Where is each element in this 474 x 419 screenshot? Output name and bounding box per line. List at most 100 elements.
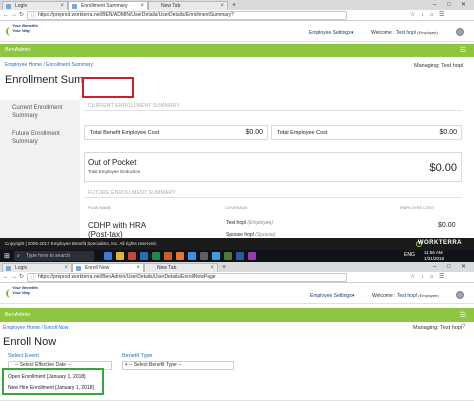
- tab-enrollment-summary[interactable]: Enrollment Summary ×: [68, 1, 148, 10]
- tab-login[interactable]: Login ×: [2, 1, 68, 10]
- tab-label: Login: [15, 3, 28, 9]
- outlook-app-icon[interactable]: [188, 252, 196, 260]
- tray-clock[interactable]: 11:56 AM 1/31/2018: [424, 250, 444, 262]
- page-title: Enroll Now: [3, 336, 57, 348]
- benadmin-label[interactable]: BenAdmin: [5, 47, 30, 53]
- edge-app-icon[interactable]: [104, 252, 112, 260]
- maximize-icon[interactable]: □: [447, 0, 451, 10]
- favicon-icon: [72, 4, 77, 9]
- breadcrumb: Employee Home / Enrollment Summary: [5, 62, 93, 68]
- tab-strip: Login × Enroll Now × New Tab × + – □ ✕: [0, 262, 474, 272]
- taskbar-search-placeholder: Type here to search: [26, 253, 71, 259]
- out-of-pocket-title: Out of Pocket: [88, 158, 137, 167]
- forward-icon[interactable]: →: [11, 11, 17, 20]
- minimize-icon[interactable]: –: [433, 0, 436, 10]
- close-tab-icon[interactable]: ×: [64, 264, 68, 272]
- close-window-icon[interactable]: ✕: [461, 0, 466, 10]
- total-benefit-label: Total Benefit Employee Cost: [90, 130, 160, 136]
- tab-label: New Tab: [161, 3, 181, 9]
- future-enrollment-label[interactable]: Future Enrollment Summary: [12, 130, 72, 146]
- new-tab-button[interactable]: +: [232, 2, 236, 9]
- welcome-user[interactable]: Test hopl: [396, 30, 416, 36]
- total-employee-amount: $0.00: [439, 129, 457, 136]
- back-icon[interactable]: ←: [3, 11, 9, 20]
- employee-settings-link[interactable]: Employee Settings: [309, 30, 351, 36]
- page-footer: Copyright | 2006-2017 Employee Benefit S…: [0, 238, 474, 250]
- app-header: Your Benefits Your Way Employee Settings…: [0, 284, 474, 304]
- app-icon[interactable]: [224, 252, 232, 260]
- help-icon[interactable]: ?: [462, 324, 465, 330]
- breadcrumb-current[interactable]: Enrollment Summary: [46, 62, 93, 68]
- menu-icon[interactable]: ☰: [460, 311, 466, 319]
- skype-app-icon[interactable]: [212, 252, 220, 260]
- app-icon[interactable]: [128, 252, 136, 260]
- breadcrumb-home[interactable]: Employee Home: [5, 62, 42, 68]
- chevron-down-icon: ▾: [125, 362, 128, 368]
- welcome-role: (Employee): [418, 293, 439, 298]
- close-tab-icon[interactable]: ×: [210, 264, 214, 272]
- welcome-label: Welcome :: [372, 293, 396, 299]
- breadcrumb-current[interactable]: Enroll Now: [44, 325, 68, 331]
- close-tab-icon[interactable]: ×: [220, 2, 224, 10]
- tray-language[interactable]: ENG: [404, 252, 415, 258]
- close-tab-icon[interactable]: ×: [136, 264, 140, 272]
- tab-new-tab[interactable]: New Tab ×: [148, 1, 228, 10]
- tab-label: New Tab: [157, 265, 177, 271]
- option-open-enrollment[interactable]: Open Enrollment [January 1, 2018]: [8, 374, 86, 380]
- footer-copyright: Copyright | 2006-2017 Employee Benefit S…: [5, 241, 157, 246]
- close-tab-icon[interactable]: ×: [60, 2, 64, 10]
- close-window-icon[interactable]: ✕: [461, 262, 466, 272]
- chevron-down-icon[interactable]: ▾: [352, 293, 355, 299]
- option-new-hire-enrollment[interactable]: New Hire Enrollment [January 1, 2018]: [8, 385, 94, 391]
- green-nav-bar: BenAdmin ☰: [0, 44, 474, 57]
- powerpoint-app-icon[interactable]: [164, 252, 172, 260]
- breadcrumb-home[interactable]: Employee Home: [3, 325, 40, 331]
- maximize-icon[interactable]: □: [447, 262, 451, 272]
- current-enrollment-label[interactable]: Current Enrollment Summary: [12, 104, 72, 120]
- refresh-icon[interactable]: ↻: [19, 11, 24, 20]
- current-section-header: CURRENT ENROLLMENT SUMMARY: [88, 103, 180, 109]
- forward-icon[interactable]: →: [11, 273, 17, 282]
- back-icon[interactable]: ←: [3, 273, 9, 282]
- tab-enroll-now[interactable]: Enroll Now ×: [72, 263, 144, 272]
- divider: [84, 197, 462, 198]
- managing-text: Managing: Test hopl: [413, 325, 463, 331]
- windows-taskbar: ⊞ ⌕ Type here to search ENG 11:56 AM 1/3…: [0, 250, 474, 262]
- file-explorer-icon[interactable]: [116, 252, 124, 260]
- minimize-icon[interactable]: –: [433, 262, 436, 272]
- nav-bar: ← → ↻ ⓘ https://preprod.workterra.net/BE…: [0, 10, 474, 21]
- word-app-icon[interactable]: [140, 252, 148, 260]
- refresh-icon[interactable]: ↻: [19, 273, 24, 282]
- tab-new-tab[interactable]: New Tab ×: [144, 263, 218, 272]
- welcome-user[interactable]: Test hopl: [397, 293, 417, 299]
- benefit-type-dropdown[interactable]: ▾ -- Select Benefit Type --: [122, 361, 234, 370]
- address-bar[interactable]: ⓘ https://preprod.workterra.net/BEN/ADMI…: [27, 11, 347, 20]
- welcome-label: Welcome :: [371, 30, 395, 36]
- chevron-down-icon[interactable]: ▾: [351, 30, 354, 36]
- tab-login[interactable]: Login ×: [2, 263, 72, 272]
- address-bar[interactable]: ⓘ https://preprod.workterra.net/BenAdmin…: [27, 273, 347, 282]
- logo[interactable]: Your Benefits Your Way: [6, 23, 38, 40]
- app-icon[interactable]: [200, 252, 208, 260]
- avatar[interactable]: [456, 28, 464, 36]
- benadmin-label[interactable]: BenAdmin: [5, 312, 30, 318]
- app-icon[interactable]: [236, 252, 244, 260]
- close-tab-icon[interactable]: ×: [140, 2, 144, 10]
- taskbar-search[interactable]: ⌕ Type here to search: [14, 251, 94, 261]
- future-section-header: FUTURE ENROLLMENT SUMMARY: [88, 190, 176, 196]
- total-benefit-row: Total Benefit Employee Cost $0.00: [84, 125, 268, 140]
- tab-label: Enroll Now: [85, 265, 110, 271]
- toolbar-icons[interactable]: ☆ ↓ ⌂ ☰: [410, 11, 446, 20]
- new-tab-button[interactable]: +: [222, 264, 226, 271]
- logo[interactable]: Your Benefits Your Way: [6, 285, 38, 302]
- avatar[interactable]: [456, 291, 464, 299]
- toolbar-icons[interactable]: ☆ ↓ ⌂ ☰: [410, 273, 446, 282]
- windows-start-icon[interactable]: ⊞: [4, 252, 10, 260]
- excel-app-icon[interactable]: [152, 252, 160, 260]
- employee-settings-link[interactable]: Employee Settings: [310, 293, 352, 299]
- green-nav-bar: BenAdmin ☰: [0, 308, 474, 322]
- menu-icon[interactable]: ☰: [460, 46, 466, 54]
- firefox-app-icon[interactable]: [176, 252, 184, 260]
- benefit-type-label: Benefit Type: [122, 353, 153, 359]
- app-icon[interactable]: [248, 252, 256, 260]
